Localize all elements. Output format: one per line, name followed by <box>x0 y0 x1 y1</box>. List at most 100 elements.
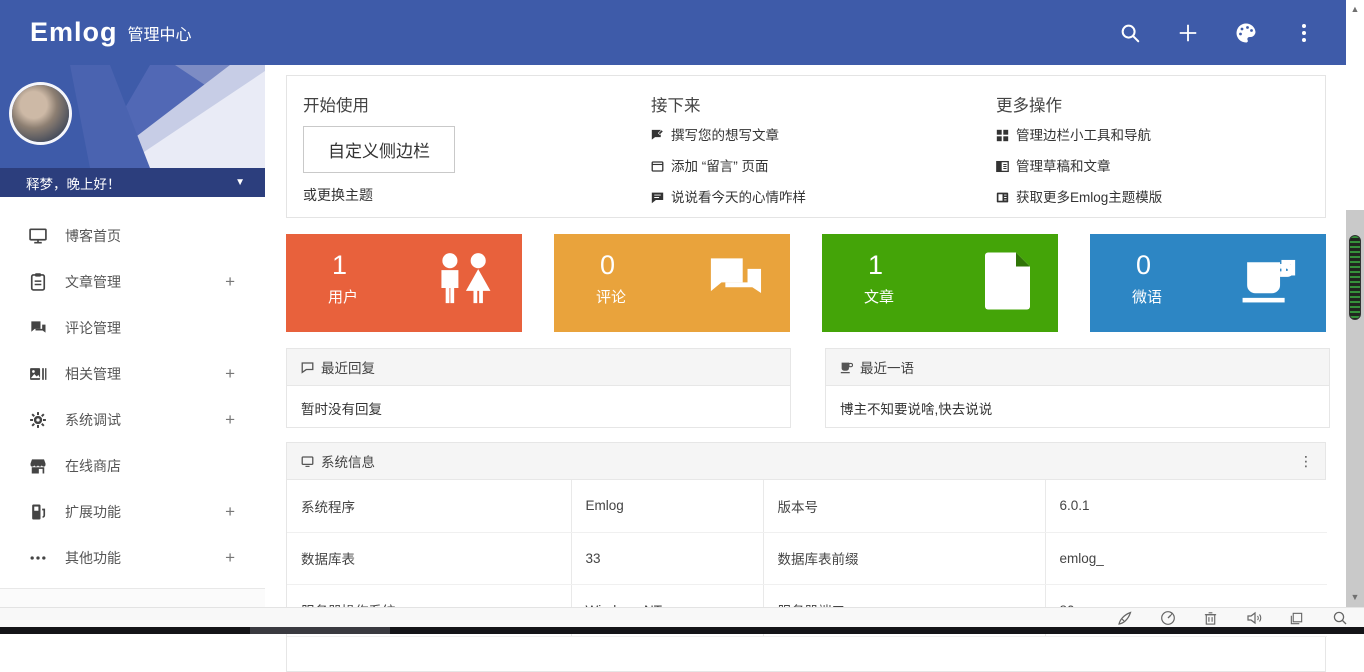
scrollbar-thumb[interactable] <box>1349 235 1361 320</box>
cup-small-icon <box>840 361 853 374</box>
expand-plus-icon[interactable]: + <box>225 548 235 568</box>
profile-banner <box>0 65 265 168</box>
taskbar-active-item[interactable] <box>250 627 390 634</box>
table-row: 系统程序 Emlog 版本号 6.0.1 <box>287 480 1327 532</box>
get-themes-link[interactable]: 获取更多Emlog主题模版 <box>996 188 1316 207</box>
plus-icon[interactable] <box>1176 21 1200 45</box>
sidebar-item-label: 在线商店 <box>65 456 121 476</box>
windows-taskbar-edge[interactable] <box>0 627 1364 634</box>
vertical-scrollbar[interactable]: ▲ ▼ <box>1346 0 1364 607</box>
sidebar-item-other[interactable]: 其他功能 + <box>0 535 265 581</box>
sidebar-item-articles[interactable]: 文章管理 + <box>0 259 265 305</box>
ellipsis-icon <box>28 548 48 568</box>
palette-icon[interactable] <box>1234 21 1258 45</box>
panel-header: 最近一语 <box>826 349 1329 386</box>
stat-value: 0 <box>1136 250 1151 281</box>
write-article-link[interactable]: 撰写您的想写文章 <box>651 126 971 145</box>
windows-icon[interactable] <box>1288 610 1305 627</box>
sidebar: 释梦，晚上好！ ▼ 博客首页 文章管理 + <box>0 65 265 607</box>
logo-subtitle: 管理中心 <box>128 21 192 45</box>
panel-title: 最近回复 <box>321 357 375 377</box>
expand-plus-icon[interactable]: + <box>225 502 235 522</box>
section-title: 开始使用 <box>303 92 603 116</box>
system-icon <box>301 455 314 468</box>
table-cell: emlog_ <box>1045 532 1327 584</box>
sidebar-menu: 博客首页 文章管理 + 评论管理 相 <box>0 197 265 581</box>
sidebar-item-label: 评论管理 <box>65 318 121 338</box>
theme-icon <box>996 191 1009 204</box>
comments-icon <box>704 254 766 313</box>
avatar[interactable] <box>12 85 69 142</box>
article-icon <box>982 251 1034 316</box>
sidebar-item-label: 扩展功能 <box>65 502 121 522</box>
quickstart-next-steps: 接下来 撰写您的想写文章 添加 “留言” 页面 说说看今天的心情咋样 <box>651 76 971 207</box>
section-title: 接下来 <box>651 92 971 116</box>
volume-icon[interactable] <box>1245 610 1262 627</box>
reply-icon <box>301 361 314 374</box>
stat-value: 1 <box>332 250 347 281</box>
greeting-text: 释梦，晚上好！ <box>26 173 121 193</box>
gear-icon <box>28 410 48 430</box>
table-cell: 33 <box>571 532 763 584</box>
stat-card-comments[interactable]: 0 评论 <box>554 234 790 332</box>
table-cell: 数据库表 <box>287 532 571 584</box>
sidebar-item-comments[interactable]: 评论管理 <box>0 305 265 351</box>
widgets-grid-icon <box>996 129 1009 142</box>
sidebar-item-label: 其他功能 <box>65 548 121 568</box>
post-mood-link[interactable]: 说说看今天的心情咋样 <box>651 188 971 207</box>
stat-card-users[interactable]: 1 用户 <box>286 234 522 332</box>
trash-icon[interactable] <box>1202 610 1219 627</box>
quickstart-getting-started: 开始使用 自定义侧边栏 或更换主题 <box>303 76 603 205</box>
customize-sidebar-button[interactable]: 自定义侧边栏 <box>303 126 455 173</box>
store-icon <box>28 456 48 476</box>
add-message-page-link[interactable]: 添加 “留言” 页面 <box>651 157 971 176</box>
sidebar-item-system-debug[interactable]: 系统调试 + <box>0 397 265 443</box>
app-logo[interactable]: Emlog 管理中心 <box>30 0 192 65</box>
panel-title: 最近一语 <box>860 357 914 377</box>
expand-plus-icon[interactable]: + <box>225 272 235 292</box>
quickstart-more-actions: 更多操作 管理边栏小工具和导航 管理草稿和文章 获取更多Emlog主题模版 <box>996 76 1316 207</box>
top-header-bar: Emlog 管理中心 <box>0 0 1346 65</box>
kebab-menu-icon[interactable] <box>1292 21 1316 45</box>
rocket-icon[interactable] <box>1116 610 1133 627</box>
stat-card-articles[interactable]: 1 文章 <box>822 234 1058 332</box>
scroll-down-arrow-icon[interactable]: ▼ <box>1346 590 1364 604</box>
panel-header: 最近回复 <box>287 349 790 386</box>
header-actions <box>1118 0 1316 65</box>
manage-widgets-link[interactable]: 管理边栏小工具和导航 <box>996 126 1316 145</box>
browser-toolbar-icons <box>1116 608 1348 628</box>
zoom-icon[interactable] <box>1331 610 1348 627</box>
expand-plus-icon[interactable]: + <box>225 364 235 384</box>
panel-body-text: 博主不知要说啥,快去说说 <box>826 386 1329 430</box>
scroll-up-arrow-icon[interactable]: ▲ <box>1346 2 1364 16</box>
recent-reply-panel: 最近回复 暂时没有回复 <box>286 348 791 428</box>
stat-label: 文章 <box>864 286 894 307</box>
panel-title: 系统信息 <box>321 451 375 471</box>
table-cell: 系统程序 <box>287 480 571 532</box>
manage-drafts-link[interactable]: 管理草稿和文章 <box>996 157 1316 176</box>
sidebar-item-label: 文章管理 <box>65 272 121 292</box>
search-icon[interactable] <box>1118 21 1142 45</box>
comments-icon <box>28 318 48 338</box>
scrollbar-track[interactable] <box>1346 210 1364 607</box>
recent-note-panel: 最近一语 博主不知要说啥,快去说说 <box>825 348 1330 428</box>
change-theme-link[interactable]: 或更换主题 <box>303 185 603 205</box>
speedometer-icon[interactable] <box>1159 610 1176 627</box>
stat-label: 用户 <box>328 286 358 307</box>
user-greeting-dropdown[interactable]: 释梦，晚上好！ ▼ <box>0 168 265 197</box>
panel-kebab-icon[interactable]: ⋮ <box>1299 456 1313 466</box>
clipboard-icon <box>28 272 48 292</box>
logo-text: Emlog <box>30 17 118 48</box>
stat-card-notes[interactable]: 0 微语 <box>1090 234 1326 332</box>
expand-plus-icon[interactable]: + <box>225 410 235 430</box>
cup-icon <box>1238 253 1302 314</box>
sidebar-item-store[interactable]: 在线商店 <box>0 443 265 489</box>
plugin-icon <box>28 502 48 522</box>
sidebar-item-extensions[interactable]: 扩展功能 + <box>0 489 265 535</box>
sidebar-item-related[interactable]: 相关管理 + <box>0 351 265 397</box>
sidebar-item-blog-home[interactable]: 博客首页 <box>0 213 265 259</box>
compose-icon <box>651 129 664 142</box>
sidebar-footer <box>0 588 265 607</box>
panel-body-text: 暂时没有回复 <box>287 386 790 430</box>
emlog-admin-dashboard: Emlog 管理中心 <box>0 0 1364 634</box>
